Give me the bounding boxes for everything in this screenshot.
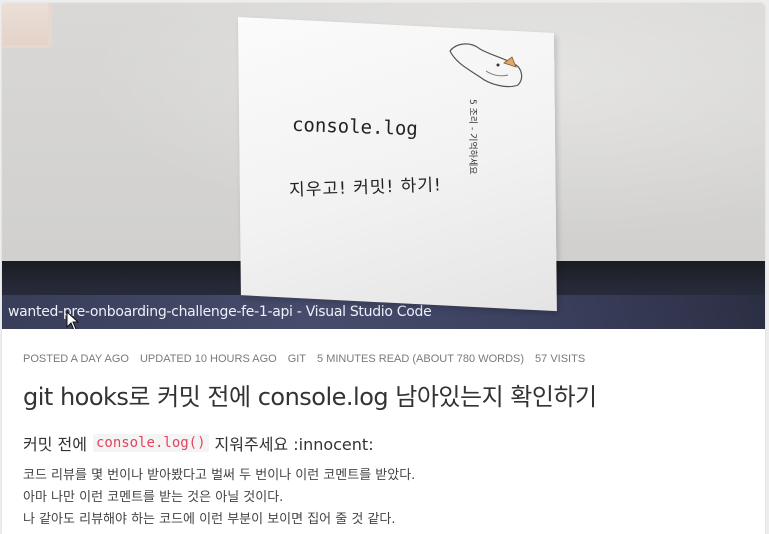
category-link[interactable]: GIT (288, 353, 306, 365)
visit-count: 57 VISITS (535, 353, 586, 365)
note-side-writing: 5 조리 - 기억하세요 (467, 99, 477, 175)
subheading-prefix: 커밋 전에 (23, 435, 87, 454)
posted-date: POSTED A DAY AGO (23, 353, 129, 365)
read-time: 5 MINUTES READ (ABOUT 780 WORDS) (317, 353, 525, 365)
note-handwriting-line-1: console.log (291, 113, 419, 141)
background-object (2, 3, 52, 48)
updated-date: UPDATED 10 HOURS AGO (139, 353, 277, 365)
post-hero-image: wanted-pre-onboarding-challenge-fe-1-api… (2, 3, 765, 329)
body-paragraph-line: 코드 리뷰를 몇 번이나 받아봤다고 벌써 두 번이나 이런 코멘트를 받았다. (23, 468, 416, 483)
post-title: git hooks로 커밋 전에 console.log 남아있는지 확인하기 (23, 383, 597, 411)
post-subheading: 커밋 전에 console.log() 지워주세요 :innocent: (23, 431, 374, 455)
post-body: 코드 리뷰를 몇 번이나 받아봤다고 벌써 두 번이나 이런 코멘트를 받았다.… (23, 465, 415, 531)
body-paragraph-line: 아마 나만 이런 코멘트를 받는 것은 아닐 것이다. (23, 490, 284, 505)
subheading-suffix: 지워주세요 :innocent: (214, 435, 374, 454)
mouse-cursor-icon (66, 311, 80, 329)
inline-code: console.log() (92, 434, 209, 452)
note-handwriting-line-2: 지우고! 커밋! 하기! (288, 175, 443, 201)
bird-doodle-icon (449, 43, 523, 88)
body-paragraph-line: 나 같아도 리뷰해야 하는 코드에 이런 부분이 보이면 집어 줄 것 같다. (23, 512, 396, 527)
post-card: wanted-pre-onboarding-challenge-fe-1-api… (2, 3, 765, 534)
post-meta: POSTED A DAY AGO UPDATED 10 HOURS AGO GI… (23, 353, 585, 365)
